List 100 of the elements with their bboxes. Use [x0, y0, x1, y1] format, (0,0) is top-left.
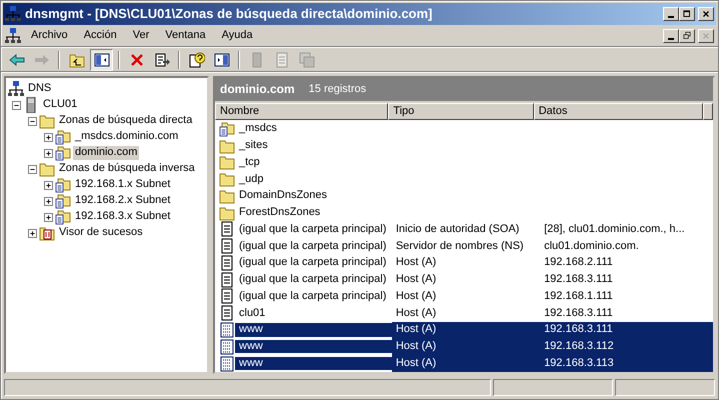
close-button[interactable]: [698, 28, 714, 42]
folder-icon: [219, 171, 235, 188]
maximize-icon: [682, 9, 692, 19]
record-icon: [219, 238, 235, 254]
type-cell: Host (A): [392, 338, 540, 356]
restore-icon: [682, 30, 692, 40]
notepad-icon: [274, 52, 290, 68]
action-pane-icon: [214, 52, 230, 68]
tree-item[interactable]: Visor de sucesos: [57, 226, 145, 240]
minimize-button[interactable]: [663, 28, 680, 42]
tree-item[interactable]: Zonas de búsqueda inversa: [57, 162, 197, 176]
name-cell[interactable]: ForestDnsZones: [235, 206, 392, 220]
restore-button[interactable]: [679, 28, 696, 42]
expand-icon[interactable]: [44, 196, 53, 206]
menu-item[interactable]: Ayuda: [216, 26, 259, 44]
record-icon: [219, 288, 235, 304]
zone-icon: [55, 209, 71, 225]
data-cell-text: 192.168.3.111: [543, 306, 614, 321]
close-icon: [701, 9, 711, 19]
name-cell[interactable]: (igual que la carpeta principal): [235, 222, 392, 236]
tree-item[interactable]: 192.168.2.x Subnet: [73, 194, 172, 208]
data-cell: 192.168.3.113: [540, 355, 713, 372]
zone-icon: [55, 193, 71, 209]
data-cell-text: clu01.dominio.com.: [543, 238, 640, 254]
maximize-button[interactable]: [679, 7, 696, 21]
minimize-icon: [668, 38, 674, 40]
name-cell[interactable]: (igual que la carpeta principal): [235, 240, 392, 253]
folder-icon: [39, 113, 55, 129]
tree-item[interactable]: Zonas de búsqueda directa: [57, 114, 194, 128]
folder-icon: [219, 138, 235, 154]
menu-item[interactable]: Ver: [126, 26, 156, 44]
delete-icon: [128, 52, 144, 68]
zone-icon: [55, 177, 71, 193]
record-count: 15 registros: [308, 82, 366, 96]
tree-item[interactable]: _msdcs.dominio.com: [73, 130, 180, 144]
column-header[interactable]: Tipo: [388, 102, 534, 120]
menu-item[interactable]: Archivo: [25, 26, 74, 44]
zone-icon: [55, 145, 71, 161]
zone-icon: [55, 129, 71, 145]
name-cell[interactable]: DomainDnsZones: [235, 189, 392, 202]
record-icon: [219, 254, 235, 271]
type-cell: Host (A): [392, 355, 540, 372]
name-cell[interactable]: _udp: [235, 172, 392, 186]
record-icon: [219, 272, 235, 288]
help-icon: [188, 52, 204, 68]
data-cell: 192.168.3.111: [540, 322, 713, 338]
type-cell-text: Host (A): [394, 255, 438, 270]
tree-pane-button[interactable]: [90, 48, 113, 70]
tree-item[interactable]: 192.168.1.x Subnet: [73, 178, 172, 192]
minimize-icon: [668, 16, 674, 18]
event-viewer-icon: [39, 225, 55, 241]
window-title: dnsmgmt - [DNS\CLU01\Zonas de búsqueda directa\dominio.com]: [25, 6, 432, 22]
name-cell[interactable]: _tcp: [235, 156, 392, 169]
data-cell-text: 192.168.3.111: [543, 272, 614, 288]
record-icon: [219, 305, 235, 322]
type-cell-text: Inicio de autoridad (SOA): [394, 222, 520, 237]
folder-icon: [219, 204, 235, 221]
expand-icon[interactable]: [44, 180, 53, 190]
column-header[interactable]: Nombre: [215, 102, 388, 120]
tree-item[interactable]: CLU01: [41, 98, 80, 112]
column-header[interactable]: Datos: [534, 102, 704, 120]
zone-icon: [219, 120, 235, 137]
network-icon: [5, 6, 21, 22]
windows-icon: [298, 52, 314, 68]
name-cell[interactable]: clu01: [235, 306, 392, 320]
record-icon: [219, 322, 235, 338]
collapse-icon[interactable]: [28, 164, 37, 174]
name-cell[interactable]: (igual que la carpeta principal): [235, 256, 392, 270]
expand-icon[interactable]: [44, 212, 53, 222]
name-cell[interactable]: _msdcs: [235, 122, 392, 136]
expand-icon[interactable]: [44, 148, 53, 158]
back-arrow-icon: [8, 52, 24, 68]
collapse-icon[interactable]: [12, 100, 21, 110]
tree-item[interactable]: DNS: [26, 82, 54, 96]
tree-item[interactable]: dominio.com: [73, 146, 140, 160]
minimize-button[interactable]: [663, 7, 680, 21]
menu-item[interactable]: Ventana: [159, 26, 212, 44]
folder-icon: [219, 188, 235, 204]
data-cell-text: 192.168.1.111: [543, 288, 614, 304]
tree-item[interactable]: 192.168.3.x Subnet: [73, 210, 172, 224]
close-button[interactable]: [698, 7, 714, 21]
name-cell[interactable]: (igual que la carpeta principal): [235, 290, 392, 304]
name-cell[interactable]: (igual que la carpeta principal): [235, 273, 392, 286]
folder-icon: [219, 154, 235, 170]
type-cell-text: Host (A): [394, 272, 438, 288]
menu-item[interactable]: Acción: [78, 26, 123, 44]
name-cell[interactable]: www: [235, 356, 392, 370]
name-cell[interactable]: www: [235, 340, 392, 354]
up-folder-icon: [68, 52, 84, 68]
record-icon: [219, 221, 235, 238]
expand-icon[interactable]: [44, 132, 53, 142]
tree-pane-icon: [94, 52, 110, 68]
data-cell-text: [28], clu01.dominio.com., h...: [543, 222, 686, 237]
name-cell[interactable]: www: [235, 323, 392, 337]
export-list-icon: [154, 52, 170, 68]
collapse-icon[interactable]: [28, 116, 37, 126]
name-cell[interactable]: _sites: [235, 138, 392, 152]
expand-icon[interactable]: [28, 228, 37, 238]
record-icon: [219, 338, 235, 355]
pane-title: dominio.com: [220, 82, 295, 97]
